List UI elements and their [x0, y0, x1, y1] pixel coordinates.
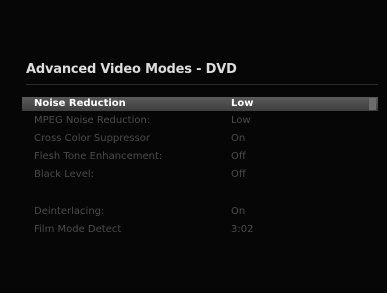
setting-label: Deinterlacing:: [34, 206, 105, 217]
setting-label: Black Level:: [34, 169, 94, 180]
setting-label: Film Mode Detect: [34, 224, 122, 235]
setting-label: MPEG Noise Reduction:: [34, 115, 151, 126]
setting-label: Cross Color Suppressor: [34, 133, 150, 144]
setting-cross-color-suppressor[interactable]: Cross Color Suppressor On: [22, 132, 378, 146]
setting-label: Noise Reduction: [34, 98, 126, 109]
setting-value: Off: [231, 169, 246, 180]
setting-value: On: [231, 206, 246, 217]
setting-black-level[interactable]: Black Level: Off: [22, 168, 378, 182]
osd-screen: Advanced Video Modes - DVD Noise Reducti…: [0, 0, 387, 293]
setting-noise-reduction[interactable]: Noise Reduction Low: [22, 97, 378, 111]
setting-film-mode-detect[interactable]: Film Mode Detect 3:02: [22, 223, 378, 237]
title-divider: [26, 84, 378, 85]
setting-mpeg-noise-reduction[interactable]: MPEG Noise Reduction: Low: [22, 114, 378, 128]
setting-value: 3:02: [231, 224, 254, 235]
setting-flesh-tone-enhancement[interactable]: Flesh Tone Enhancement: Off: [22, 150, 378, 164]
setting-value: Low: [231, 115, 251, 126]
setting-value: Low: [231, 98, 254, 109]
setting-label: Flesh Tone Enhancement:: [34, 151, 163, 162]
setting-value: On: [231, 133, 246, 144]
menu-title: Advanced Video Modes - DVD: [26, 62, 237, 77]
setting-deinterlacing[interactable]: Deinterlacing: On: [22, 205, 378, 219]
setting-value: Off: [231, 151, 246, 162]
